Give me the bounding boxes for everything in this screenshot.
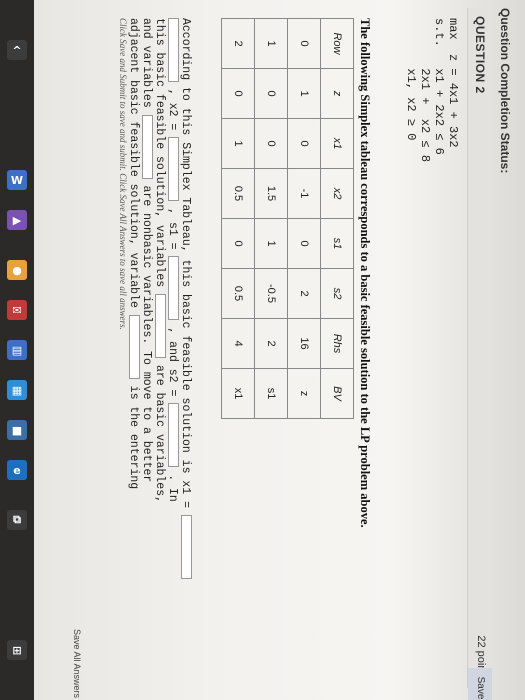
cell: 16	[287, 318, 321, 369]
text: adjacent basic feasible solution, variab…	[127, 18, 140, 308]
question-title: QUESTION 2	[473, 16, 487, 94]
cell: 0	[287, 218, 321, 269]
table-header-row: Row z x1 x2 s1 s2 Rhs BV	[320, 18, 354, 419]
lp-formulation: max z = 4x1 + 3x2 s.t. x1 + 2x2 ≤ 6 2x1 …	[404, 18, 460, 162]
text: , and s2 =	[166, 327, 179, 397]
constraint-1: s.t. x1 + 2x2 ≤ 6	[432, 18, 446, 155]
cell: 2	[221, 18, 255, 69]
simplex-tableau: Row z x1 x2 s1 s2 Rhs BV 0 1 0 -1 0 2 16…	[221, 18, 354, 419]
cell: 0.5	[221, 268, 255, 319]
completion-status: Question Completion Status:	[498, 8, 512, 174]
cell: 0.5	[221, 168, 255, 219]
cell: 0	[254, 118, 288, 169]
s1-dropdown[interactable]	[167, 256, 179, 321]
text: is the entering	[127, 385, 140, 490]
table-row: 1 0 0 1.5 1 -0.5 2 s1	[254, 18, 288, 419]
cell: x1	[221, 368, 255, 419]
header-cell: Row	[320, 18, 354, 69]
text: , s1 =	[166, 208, 179, 250]
question-header: QUESTION 2 22 points Save	[467, 8, 492, 700]
text: this basic feasible solution, variables	[153, 18, 166, 288]
cell: 1.5	[254, 168, 288, 219]
header-cell: x1	[320, 118, 354, 169]
taskbar: ^ W ▶ ● ✉ ▤ ▦ ■ e ⧉ ⊞	[0, 0, 34, 700]
cell: 1	[254, 218, 288, 269]
objective: max z = 4x1 + 3x2	[446, 18, 460, 148]
header-cell: s1	[320, 218, 354, 269]
screen: ^ W ▶ ● ✉ ▤ ▦ ■ e ⧉ ⊞ Question Completio…	[0, 0, 525, 700]
assessment-page: Question Completion Status: QUESTION 2 2…	[42, 8, 512, 700]
footer-instructions: Click Save and Submit to save and submit…	[118, 18, 128, 330]
entering-var-dropdown[interactable]	[128, 314, 140, 379]
cell: 4	[221, 318, 255, 369]
text: , x2 =	[166, 88, 179, 131]
store-icon[interactable]: ▤	[7, 340, 27, 360]
header-cell: Rhs	[320, 318, 354, 369]
cell: z	[287, 368, 321, 419]
constraint-2: 2x1 + x2 ≤ 8	[418, 18, 432, 163]
media-icon[interactable]: ▶	[7, 210, 27, 230]
text: . In	[166, 474, 179, 502]
table-row: 2 0 1 0.5 0 0.5 4 x1	[221, 18, 255, 419]
cell: s1	[254, 368, 288, 419]
start-icon[interactable]: ⊞	[7, 640, 27, 660]
mail-icon[interactable]: ✉	[7, 300, 27, 320]
header-cell: BV	[320, 368, 354, 419]
cell: -0.5	[254, 268, 288, 319]
task-view-icon[interactable]: ⧉	[7, 510, 27, 530]
table-row: 0 1 0 -1 0 2 16 z	[287, 18, 321, 419]
s2-dropdown[interactable]	[167, 403, 179, 468]
cell: 0	[221, 68, 255, 119]
cell: 0	[287, 18, 321, 69]
calendar-icon[interactable]: ▦	[7, 380, 27, 400]
cell: 1	[254, 18, 288, 69]
tray-icon[interactable]: ^	[7, 40, 27, 60]
x1-dropdown-cont[interactable]	[167, 18, 179, 82]
save-button[interactable]: Save	[468, 668, 492, 700]
header-cell: s2	[320, 268, 354, 319]
cell: 2	[254, 318, 288, 369]
save-all-answers-button[interactable]: Save All Answers	[72, 629, 82, 698]
cell: 1	[287, 68, 321, 119]
cell: 0	[287, 118, 321, 169]
cell: 0	[254, 68, 288, 119]
cell: 0	[221, 218, 255, 269]
cell: 1	[221, 118, 255, 169]
nonbasic-vars-dropdown[interactable]	[141, 114, 153, 179]
text: and variables	[140, 18, 153, 108]
nonneg-constraint: x1, x2 ≥ 0	[404, 18, 418, 141]
header-cell: z	[320, 68, 354, 119]
question-text: According to this Simplex Tableau, this …	[127, 18, 192, 688]
x1-dropdown[interactable]	[180, 514, 192, 579]
x2-dropdown[interactable]	[167, 137, 179, 202]
chrome-icon[interactable]: ●	[7, 260, 27, 280]
basic-vars-dropdown[interactable]	[154, 294, 166, 359]
text: are nonbasic variables. To move to a bet…	[140, 185, 153, 483]
word-icon[interactable]: W	[7, 170, 27, 190]
cell: -1	[287, 168, 321, 219]
folder-icon[interactable]: ■	[7, 420, 27, 440]
question-intro: The following Simplex tableau correspond…	[358, 18, 372, 528]
header-cell: x2	[320, 168, 354, 219]
text: are basic variables,	[153, 364, 166, 503]
cell: 2	[287, 268, 321, 319]
edge-icon[interactable]: e	[7, 460, 27, 480]
text: According to this Simplex Tableau, this …	[179, 18, 192, 508]
